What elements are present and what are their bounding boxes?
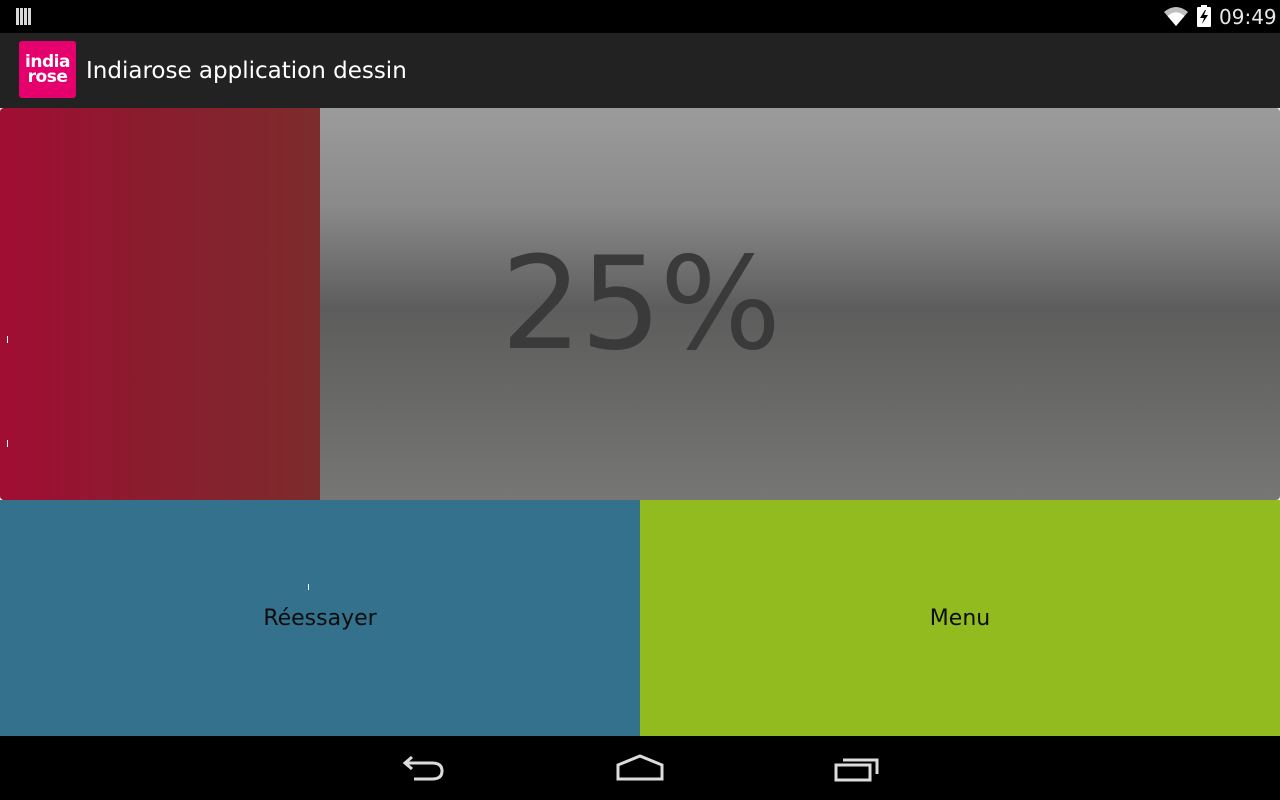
app-title: Indiarose application dessin — [86, 58, 407, 84]
retry-button[interactable]: Réessayer — [0, 500, 640, 736]
app-logo[interactable]: india rose — [19, 41, 76, 98]
back-icon[interactable] — [392, 750, 456, 786]
wifi-icon — [1164, 7, 1188, 26]
battery-charging-icon — [1197, 5, 1211, 27]
clock: 09:49 — [1219, 5, 1277, 29]
progress-percentage: 25% — [500, 229, 782, 379]
progress-fill — [0, 108, 320, 500]
status-bar: 09:49 — [0, 0, 1280, 33]
fill-tick-mark — [7, 336, 8, 343]
menu-button-label: Menu — [929, 605, 991, 631]
navigation-bar — [0, 736, 1280, 800]
recent-apps-icon[interactable] — [825, 750, 889, 786]
button-tick-mark — [308, 584, 309, 590]
fill-tick-mark — [7, 440, 8, 447]
retry-button-label: Réessayer — [263, 605, 377, 631]
notification-bars-icon — [16, 8, 32, 25]
logo-text-rose: rose — [27, 66, 68, 87]
menu-button[interactable]: Menu — [640, 500, 1280, 736]
action-bar: india rose Indiarose application dessin — [0, 33, 1280, 108]
progress-bar: 25% — [0, 108, 1280, 500]
home-icon[interactable] — [608, 750, 672, 786]
screen: 09:49 india rose Indiarose application d… — [0, 0, 1280, 800]
result-content: 25% Réessayer Menu — [0, 108, 1280, 736]
